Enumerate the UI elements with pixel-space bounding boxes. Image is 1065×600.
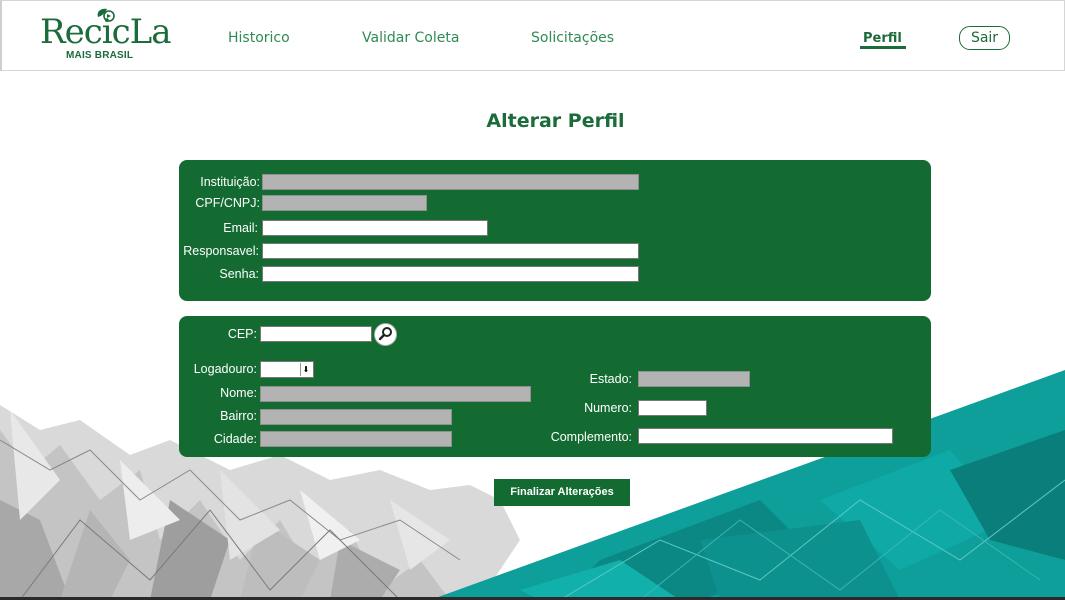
nav-solicitacoes[interactable]: Solicitações	[531, 30, 614, 46]
nav-perfil[interactable]: Perfil	[863, 31, 902, 46]
instituicao-field	[262, 174, 639, 190]
instituicao-label: Instituição:	[200, 175, 260, 189]
brand-name: RecicLa	[40, 12, 172, 52]
responsavel-field[interactable]	[262, 243, 639, 259]
responsavel-label: Responsavel:	[183, 244, 259, 258]
cidade-label: Cidade:	[213, 432, 257, 446]
brand-subtitle: MAIS BRASIL	[66, 50, 134, 61]
finalize-changes-button[interactable]: Finalizar Alterações	[494, 479, 630, 506]
cpf-cnpj-label: CPF/CNPJ:	[195, 196, 260, 210]
cep-field[interactable]	[260, 326, 372, 342]
numero-field[interactable]	[638, 400, 707, 416]
active-nav-indicator	[860, 46, 906, 49]
logadouro-select[interactable]: ⬇	[260, 361, 314, 378]
top-navbar: RecicLa MAIS BRASIL Historico Validar Co…	[0, 0, 1065, 71]
logout-button[interactable]: Sair	[959, 26, 1010, 50]
bairro-label: Bairro:	[220, 409, 257, 423]
bairro-field	[260, 409, 452, 425]
estado-label: Estado:	[589, 372, 632, 386]
select-arrow-icon: ⬇	[300, 363, 311, 376]
cpf-cnpj-field	[262, 195, 427, 211]
cidade-field	[260, 431, 452, 447]
complemento-field[interactable]	[638, 428, 893, 444]
logadouro-label: Logadouro:	[193, 362, 257, 376]
cep-label: CEP:	[227, 327, 257, 341]
nome-label: Nome:	[220, 386, 257, 400]
nav-validar-coleta[interactable]: Validar Coleta	[362, 30, 459, 46]
cep-search-button[interactable]	[374, 323, 397, 346]
email-label: Email:	[223, 221, 258, 235]
complemento-label: Complemento:	[550, 430, 632, 444]
estado-field	[638, 371, 750, 387]
brand-logo[interactable]: RecicLa MAIS BRASIL	[40, 8, 172, 65]
numero-label: Numero:	[584, 401, 632, 415]
search-icon	[378, 327, 392, 341]
nome-field	[260, 386, 531, 402]
account-info-panel: Instituição: CPF/CNPJ: Email: Responsave…	[179, 160, 931, 301]
page-title: Alterar Perfil	[486, 110, 625, 132]
email-field[interactable]	[262, 220, 488, 236]
address-panel: CEP: Logadouro: ⬇ Nome: Bairro: Cidade: …	[179, 316, 931, 457]
password-field[interactable]	[262, 266, 639, 282]
nav-historico[interactable]: Historico	[228, 30, 290, 46]
senha-label: Senha:	[219, 267, 259, 281]
